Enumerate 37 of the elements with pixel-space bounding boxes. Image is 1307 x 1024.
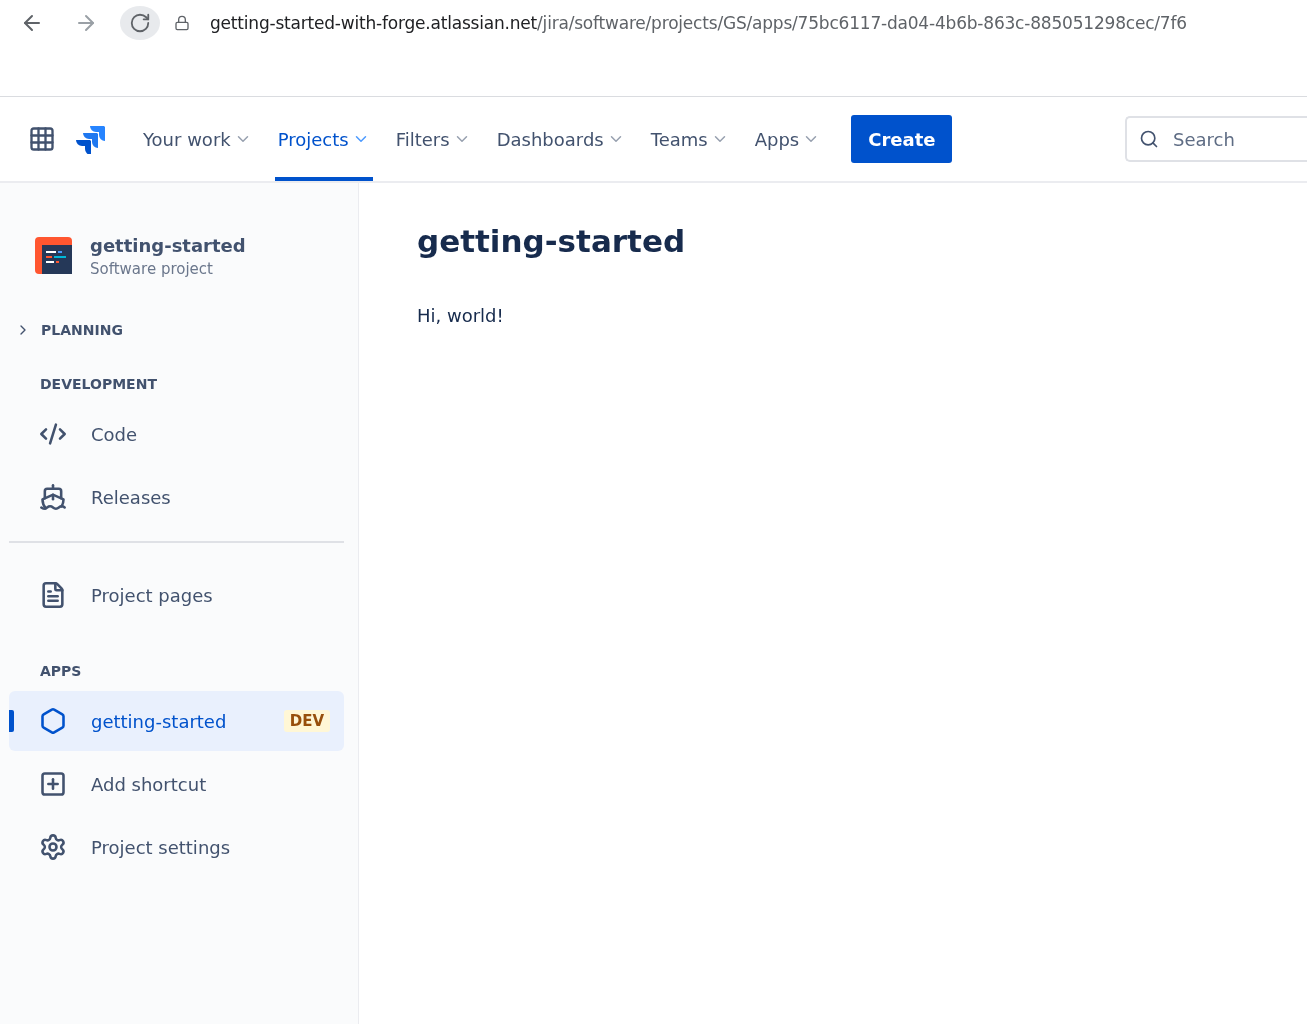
ship-icon xyxy=(39,483,67,511)
dev-badge: DEV xyxy=(283,710,330,732)
sidebar-item[interactable]: getting-started DEV xyxy=(9,691,344,751)
create-button[interactable]: Create xyxy=(851,115,953,163)
address-bar-url[interactable]: getting-started-with-forge.atlassian.net/jira/software/projects/GS/apps/75bc6117-da04-4b6b-863c-885051298cec/7f6 xyxy=(210,6,1187,40)
project-logo-icon xyxy=(35,237,72,274)
section-heading: APPS xyxy=(39,663,83,679)
document-icon xyxy=(39,581,67,609)
sidebar-item[interactable]: Project pages xyxy=(9,565,344,625)
jira-logo-icon[interactable] xyxy=(76,124,106,154)
search-field[interactable]: Search xyxy=(1125,116,1307,162)
search-input[interactable]: Search xyxy=(1171,127,1295,151)
nav-tab[interactable]: Filters xyxy=(392,97,474,181)
search-icon xyxy=(1139,129,1159,149)
app-switcher-icon[interactable] xyxy=(28,125,56,153)
reload-button[interactable] xyxy=(120,6,160,40)
section-heading: DEVELOPMENT xyxy=(39,376,158,392)
project-name: getting-started xyxy=(90,235,246,256)
nav-tab[interactable]: Teams xyxy=(647,97,732,181)
sidebar-item[interactable]: Add shortcut xyxy=(9,754,344,814)
settings-icon xyxy=(39,833,67,861)
nav-tab[interactable]: Apps xyxy=(751,97,824,181)
sidebar-item[interactable]: Project settings xyxy=(9,817,344,877)
selection-indicator xyxy=(9,710,14,732)
body-text: Hi, world! xyxy=(417,305,505,326)
code-icon xyxy=(39,420,67,448)
sidebar-item[interactable]: Code xyxy=(9,404,344,464)
nav-tab[interactable]: Dashboards xyxy=(493,97,628,181)
nav-tab[interactable]: Your work xyxy=(140,97,255,181)
planning-section-toggle[interactable]: PLANNING xyxy=(9,322,123,338)
sidebar-item[interactable]: Releases xyxy=(9,467,344,527)
hexagon-icon xyxy=(39,707,67,735)
project-type: Software project xyxy=(90,260,214,278)
square-plus-icon xyxy=(39,770,67,798)
page-title: getting-started xyxy=(417,223,687,259)
reload-icon xyxy=(129,12,151,34)
lock-icon xyxy=(174,15,190,31)
